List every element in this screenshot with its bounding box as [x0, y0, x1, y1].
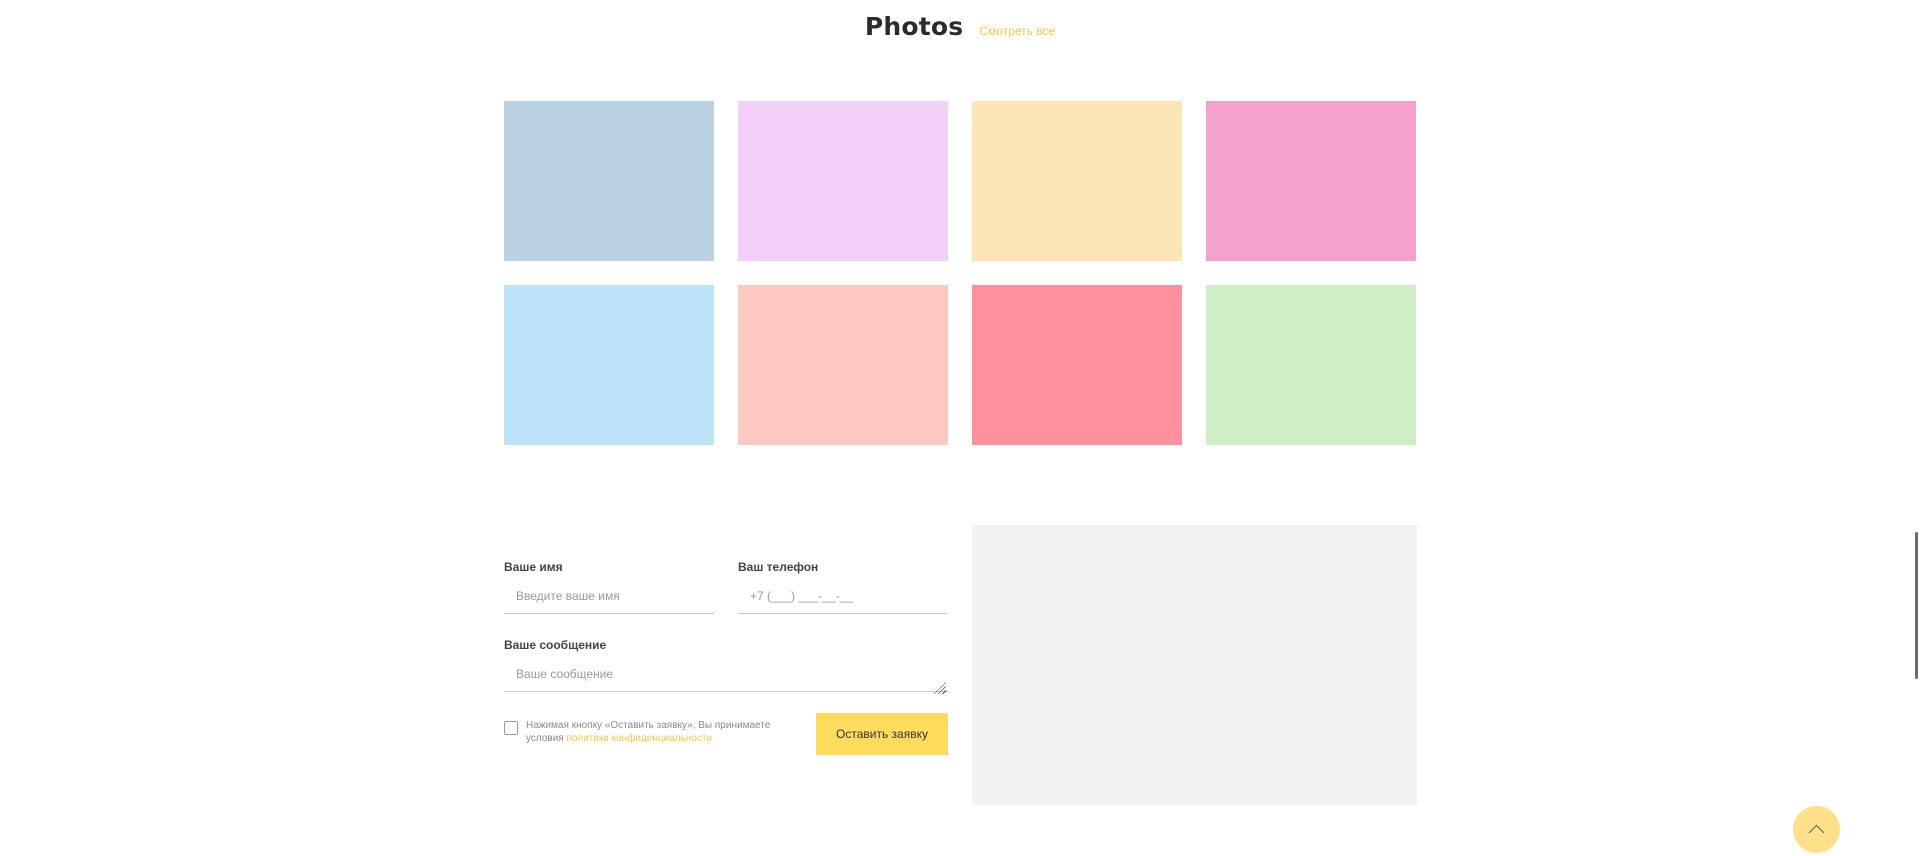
chevron-up-icon [1808, 824, 1825, 840]
photo-tile[interactable] [738, 101, 948, 261]
photo-tile[interactable] [1206, 285, 1416, 445]
photo-tile[interactable] [504, 285, 714, 445]
view-all-link[interactable]: Смотреть все [979, 24, 1055, 38]
scrollbar-thumb[interactable] [1915, 532, 1918, 679]
page-title: Photos [864, 12, 964, 41]
phone-field-group: Ваш телефон [738, 560, 948, 614]
section-header: Photos Смотреть все [0, 12, 1920, 41]
name-label: Ваше имя [504, 560, 563, 574]
request-form: Ваше имя Ваш телефон Ваше сообщение Нажи… [504, 560, 948, 755]
scroll-to-top-button[interactable] [1793, 806, 1840, 853]
phone-label: Ваш телефон [738, 560, 819, 574]
submit-request-button[interactable]: Оставить заявку [816, 713, 948, 755]
photo-tile[interactable] [972, 285, 1182, 445]
message-label: Ваше сообщение [504, 638, 607, 652]
message-textarea[interactable] [504, 664, 948, 692]
name-field-group: Ваше имя [504, 560, 714, 614]
name-input[interactable] [504, 586, 714, 614]
photo-tile[interactable] [738, 285, 948, 445]
privacy-policy-link[interactable]: политики конфиденциальности [567, 733, 713, 744]
map-placeholder [972, 525, 1417, 805]
message-field-group: Ваше сообщение [504, 638, 948, 697]
photo-grid [504, 101, 1417, 445]
photo-tile[interactable] [1206, 101, 1416, 261]
photo-tile[interactable] [504, 101, 714, 261]
consent-text: Нажимая кнопку «Оставить заявку», Вы при… [526, 719, 804, 745]
consent-checkbox[interactable] [504, 721, 518, 735]
consent-row: Нажимая кнопку «Оставить заявку», Вы при… [504, 713, 948, 755]
photo-tile[interactable] [972, 101, 1182, 261]
phone-input[interactable] [738, 586, 948, 614]
